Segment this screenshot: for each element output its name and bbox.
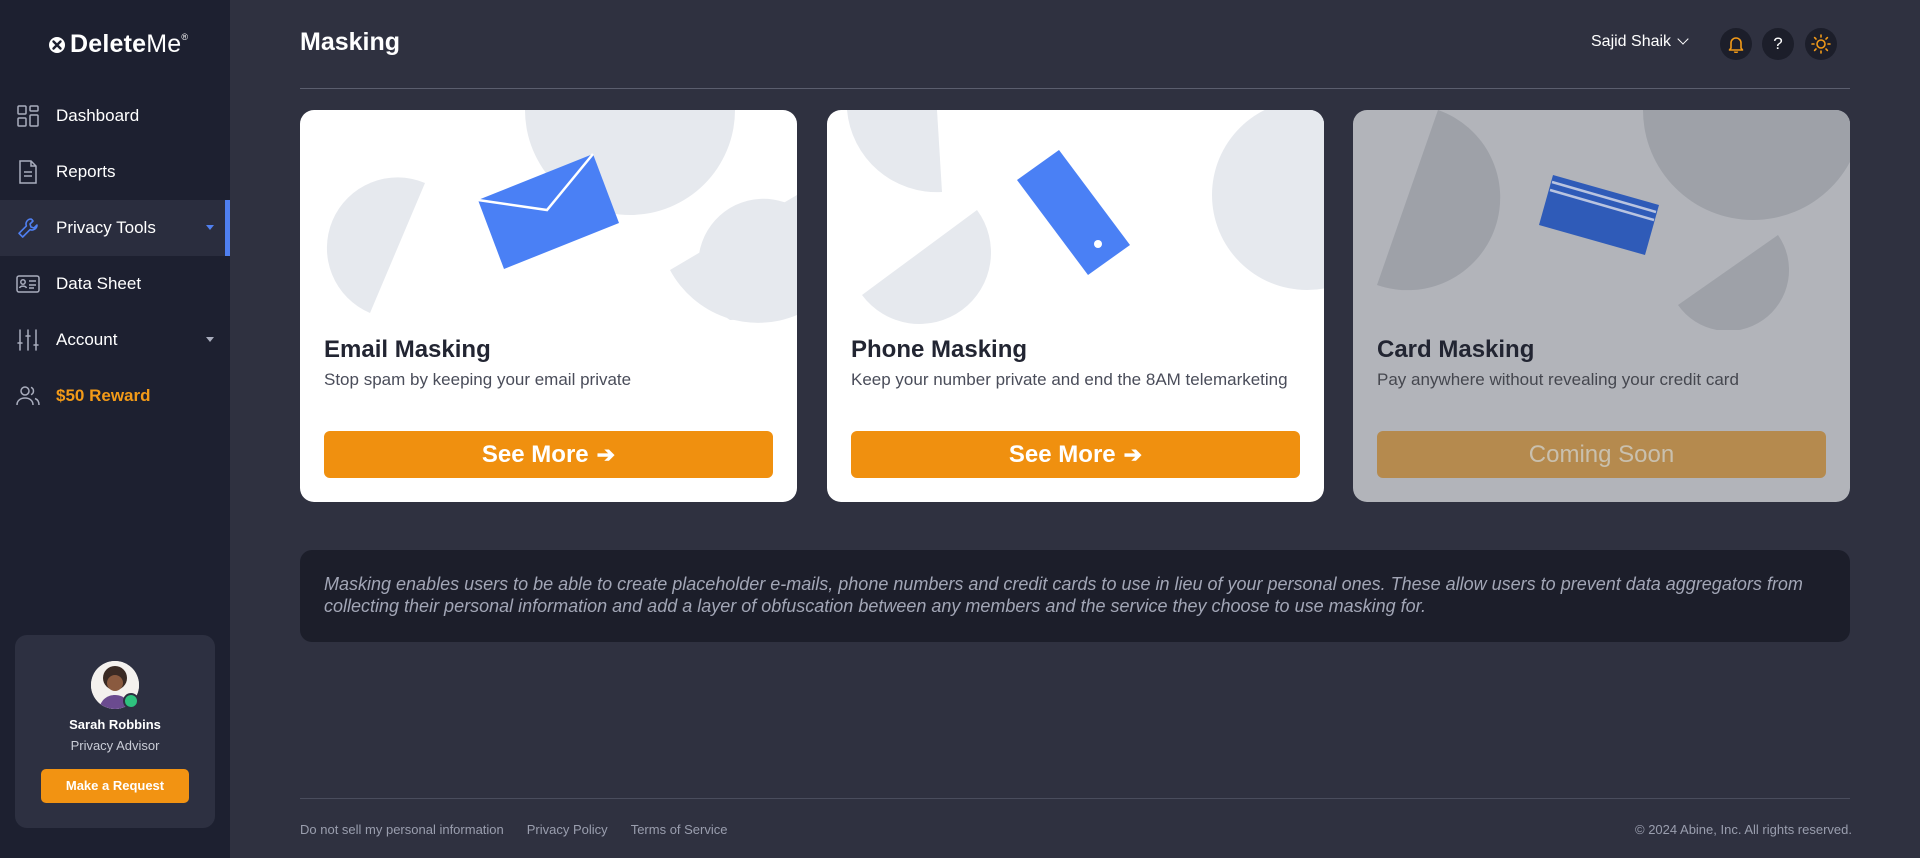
logo-text-light: Me bbox=[146, 30, 182, 58]
sidebar-nav: Dashboard Reports Privacy Tools Data She… bbox=[0, 88, 230, 424]
notifications-button[interactable] bbox=[1720, 28, 1752, 60]
copyright: © 2024 Abine, Inc. All rights reserved. bbox=[1635, 822, 1852, 837]
advisor-name: Sarah Robbins bbox=[69, 717, 161, 732]
sidebar: Delete Me ® Dashboard Reports Privacy To… bbox=[0, 0, 230, 858]
footer-divider bbox=[300, 798, 1850, 799]
card-title: Phone Masking bbox=[851, 336, 1028, 363]
theme-toggle-button[interactable] bbox=[1805, 28, 1837, 60]
privacy-advisor-card: Sarah Robbins Privacy Advisor Make a Req… bbox=[15, 635, 215, 828]
phone-device-icon bbox=[1017, 150, 1130, 275]
caret-down-icon bbox=[206, 225, 214, 230]
x-logo-icon bbox=[49, 36, 65, 53]
masking-info-text: Masking enables users to be able to crea… bbox=[324, 574, 1803, 616]
sidebar-item-reports[interactable]: Reports bbox=[0, 144, 230, 200]
advisor-role: Privacy Advisor bbox=[70, 738, 160, 753]
users-icon bbox=[16, 384, 40, 408]
deleteme-logo[interactable]: Delete Me ® bbox=[48, 30, 188, 59]
card-description: Stop spam by keeping your email private bbox=[324, 370, 632, 389]
sun-icon bbox=[1811, 34, 1831, 54]
sidebar-item-label: Reports bbox=[56, 162, 116, 181]
button-label: See More bbox=[481, 440, 589, 468]
sidebar-item-label: Dashboard bbox=[56, 106, 140, 125]
sidebar-item-data-sheet[interactable]: Data Sheet bbox=[0, 256, 230, 312]
dashboard-grid-icon bbox=[16, 104, 40, 128]
phone-see-more-button[interactable]: See More ➔ bbox=[851, 431, 1300, 478]
card-description: Pay anywhere without revealing your cred… bbox=[1377, 370, 1739, 389]
footer-links: Do not sell my personal information Priv… bbox=[300, 822, 728, 837]
page-title: Masking bbox=[300, 28, 401, 56]
sidebar-item-reward[interactable]: $50 Reward bbox=[0, 368, 230, 424]
caret-down-icon bbox=[206, 337, 214, 342]
card-title: Email Masking bbox=[324, 336, 491, 363]
document-icon bbox=[16, 160, 40, 184]
help-button[interactable]: ? bbox=[1762, 28, 1794, 60]
sidebar-item-label: Data Sheet bbox=[56, 274, 142, 293]
credit-card-illustration bbox=[1377, 110, 1850, 330]
bell-icon bbox=[1728, 37, 1744, 53]
wrench-icon bbox=[16, 216, 40, 240]
sidebar-item-privacy-tools[interactable]: Privacy Tools bbox=[0, 200, 230, 256]
phone-illustration bbox=[847, 110, 1324, 325]
user-name: Sajid Shaik bbox=[1591, 33, 1672, 50]
email-illustration bbox=[326, 110, 797, 323]
card-description: Keep your number private and end the 8AM… bbox=[851, 370, 1288, 389]
card-title: Card Masking bbox=[1377, 336, 1535, 363]
phone-masking-card: Phone Masking Keep your number private a… bbox=[827, 110, 1324, 502]
credit-card-icon bbox=[1539, 175, 1659, 255]
button-label: See More bbox=[1008, 440, 1116, 468]
email-masking-card: Email Masking Stop spam by keeping your … bbox=[300, 110, 797, 502]
sliders-icon bbox=[16, 328, 40, 352]
card-masking-card: Card Masking Pay anywhere without reveal… bbox=[1353, 110, 1850, 502]
masking-info-box: Masking enables users to be able to crea… bbox=[300, 550, 1850, 642]
sidebar-item-label: $50 Reward bbox=[56, 386, 151, 405]
logo-registered-mark: ® bbox=[181, 31, 189, 42]
logo-text-bold: Delete bbox=[70, 30, 147, 58]
footer-link-do-not-sell[interactable]: Do not sell my personal information bbox=[300, 822, 504, 837]
chevron-down-icon bbox=[1677, 33, 1689, 45]
header-divider bbox=[300, 88, 1850, 89]
footer-link-privacy-policy[interactable]: Privacy Policy bbox=[527, 822, 608, 837]
sidebar-item-label: Privacy Tools bbox=[56, 218, 156, 237]
email-see-more-button[interactable]: See More ➔ bbox=[324, 431, 773, 478]
online-status-dot bbox=[123, 693, 139, 709]
id-card-icon bbox=[16, 272, 40, 296]
footer-link-terms[interactable]: Terms of Service bbox=[631, 822, 728, 837]
make-a-request-button[interactable]: Make a Request bbox=[41, 769, 189, 803]
sidebar-item-dashboard[interactable]: Dashboard bbox=[0, 88, 230, 144]
question-icon: ? bbox=[1773, 34, 1783, 53]
arrow-right-icon: ➔ bbox=[596, 441, 616, 467]
arrow-right-icon: ➔ bbox=[1123, 441, 1143, 467]
user-menu[interactable]: Sajid Shaik bbox=[1591, 33, 1689, 51]
sidebar-item-account[interactable]: Account bbox=[0, 312, 230, 368]
sidebar-item-label: Account bbox=[56, 330, 118, 349]
coming-soon-button: Coming Soon bbox=[1377, 431, 1826, 478]
